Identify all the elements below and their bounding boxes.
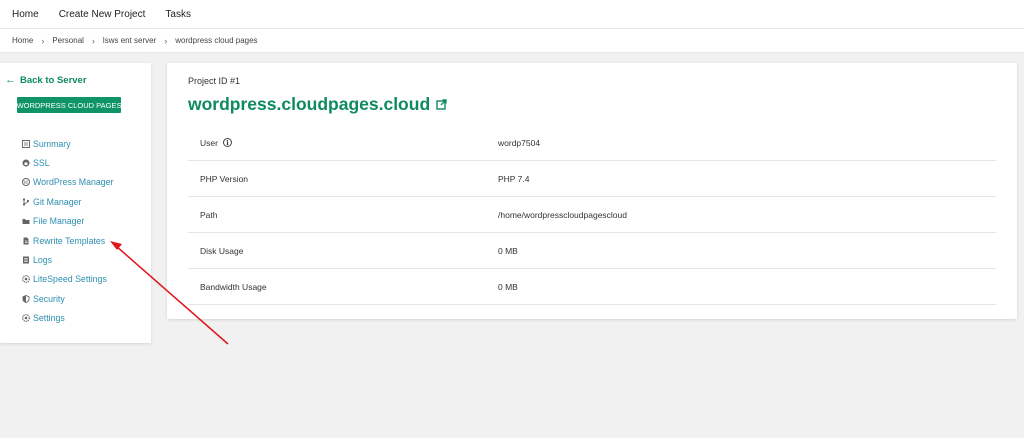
sidebar-item-logs[interactable]: Logs [21,250,114,269]
sidebar-item-label: Git Manager [33,196,82,207]
gear-icon [21,275,30,284]
breadcrumb-separator: › [41,35,45,46]
table-row: Path /home/wordpresscloudpagescloud [188,197,996,233]
detail-label: User [200,137,218,148]
arrow-left-icon: ← [5,74,16,86]
detail-value: 0 MB [498,245,518,256]
breadcrumb-separator: › [91,35,95,46]
project-details-card: Project ID #1 wordpress.cloudpages.cloud… [167,63,1017,319]
sidebar-item-git-manager[interactable]: Git Manager [21,192,114,211]
detail-value: 0 MB [498,281,518,292]
project-id-label: Project ID #1 [188,76,241,86]
detail-value: PHP 7.4 [498,173,530,184]
svg-text:W: W [23,180,29,186]
detail-label: Path [200,209,218,220]
sidebar-item-label: File Manager [33,216,85,227]
top-navigation: Home Create New Project Tasks [0,0,1024,28]
sidebar-item-summary[interactable]: Summary [21,134,114,153]
sidebar-item-label: Summary [33,138,71,149]
gear-icon [21,314,30,323]
folder-icon [21,217,30,226]
external-link-icon[interactable] [436,99,447,110]
shield-icon [21,294,30,303]
sidebar-item-security[interactable]: Security [21,289,114,308]
detail-value: /home/wordpresscloudpagescloud [498,209,627,220]
detail-value: wordp7504 [498,137,541,148]
sidebar-item-label: SSL [33,158,50,169]
sidebar-item-label: Logs [33,255,53,266]
nav-create-project-link[interactable]: Create New Project [59,9,146,20]
table-row: Bandwidth Usage 0 MB [188,269,996,305]
back-to-server-link[interactable]: ← Back to Server [5,74,87,86]
breadcrumb-home[interactable]: Home [12,36,33,45]
wordpress-icon: W [21,178,30,187]
sidebar-menu: Summary SSL W WordPress Manager Git Mana… [21,134,114,328]
breadcrumb: Home › Personal › lsws ent server › word… [0,28,1024,53]
detail-label: PHP Version [200,173,249,184]
breadcrumb-personal[interactable]: Personal [52,36,84,45]
sidebar-item-label: Settings [33,313,65,324]
sidebar-item-ssl[interactable]: SSL [21,153,114,172]
sidebar-item-label: WordPress Manager [33,177,114,188]
project-domain-link[interactable]: wordpress.cloudpages.cloud [188,94,430,115]
sidebar-item-label: Security [33,293,65,304]
sidebar-item-settings[interactable]: Settings [21,309,114,328]
project-domain-title: wordpress.cloudpages.cloud [188,94,447,115]
list-icon [21,139,30,148]
file-icon [21,236,30,245]
table-row: PHP Version PHP 7.4 [188,161,996,197]
document-icon [21,256,30,265]
detail-label-cell: User i [188,138,498,148]
project-details-table: User i wordp7504 PHP Version PHP 7.4 Pat… [188,125,996,305]
breadcrumb-separator: › [164,35,168,46]
sidebar-item-label: LiteSpeed Settings [33,274,107,285]
detail-label: Disk Usage [200,245,244,256]
sidebar-item-rewrite-templates[interactable]: Rewrite Templates [21,231,114,250]
info-icon[interactable]: i [222,138,232,147]
sidebar-item-litespeed-settings[interactable]: LiteSpeed Settings [21,270,114,289]
nav-tasks-link[interactable]: Tasks [165,9,191,20]
nav-home-link[interactable]: Home [12,9,39,20]
git-branch-icon [21,197,30,206]
project-name-badge[interactable]: WORDPRESS CLOUD PAGES [17,97,121,113]
breadcrumb-project: wordpress cloud pages [175,36,258,45]
table-row: Disk Usage 0 MB [188,233,996,269]
breadcrumb-server[interactable]: lsws ent server [103,36,156,45]
sidebar-item-wordpress-manager[interactable]: W WordPress Manager [21,173,114,192]
detail-label: Bandwidth Usage [200,281,267,292]
project-name-label: WORDPRESS CLOUD PAGES [17,100,121,110]
back-to-server-label: Back to Server [20,74,87,86]
sidebar: ← Back to Server WORDPRESS CLOUD PAGES S… [0,63,151,343]
table-row: User i wordp7504 [188,125,996,161]
lock-icon [21,159,30,168]
sidebar-item-label: Rewrite Templates [33,235,106,246]
sidebar-item-file-manager[interactable]: File Manager [21,212,114,231]
